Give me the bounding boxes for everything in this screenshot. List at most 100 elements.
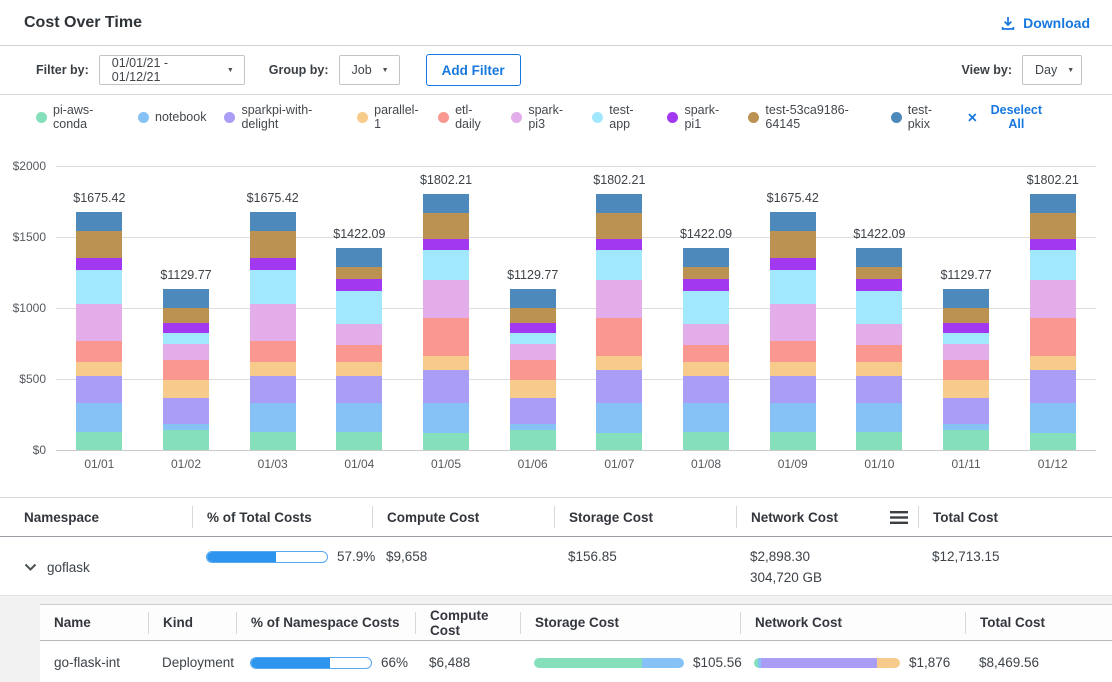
- group-by-value: Job: [352, 63, 372, 77]
- bar-segment-spark-pi3: [1030, 280, 1076, 318]
- legend-dot-icon: [592, 112, 603, 123]
- deselect-all-label: Deselect All: [985, 103, 1048, 131]
- bar-segment-parallel-1: [943, 380, 989, 398]
- stacked-bar-01/05[interactable]: [423, 194, 469, 450]
- gridline: [56, 450, 1096, 451]
- legend-dot-icon: [667, 112, 678, 123]
- stacked-bar-01/04[interactable]: [336, 248, 382, 450]
- bar-segment-sparkpi-with-delight: [76, 376, 122, 404]
- legend-item-notebook[interactable]: notebook: [138, 110, 206, 124]
- bar-segment-test-app: [943, 333, 989, 344]
- bar-total-label: $1129.77: [507, 268, 558, 282]
- stacked-bar-01/11[interactable]: [943, 289, 989, 450]
- bar-segment-test-53ca9186-64145: [423, 213, 469, 240]
- chevron-down-icon: ▼: [1067, 67, 1074, 74]
- legend-item-spark-pi1[interactable]: spark-pi1: [667, 103, 730, 131]
- bar-segment-sparkpi-with-delight: [510, 398, 556, 424]
- legend-item-test-app[interactable]: test-app: [592, 103, 649, 131]
- bar-segment-test-53ca9186-64145: [250, 231, 296, 259]
- network-cost-value: $1,876: [909, 655, 950, 670]
- legend-item-spark-pi3[interactable]: spark-pi3: [511, 103, 574, 131]
- bar-segment-spark-pi3: [856, 324, 902, 345]
- stacked-bar-01/06[interactable]: [510, 289, 556, 450]
- bar-segment-parallel-1: [856, 362, 902, 376]
- bar-segment-spark-pi1: [683, 279, 729, 291]
- view-by-select[interactable]: Day ▼: [1022, 55, 1082, 85]
- bar-segment-pi-aws-conda: [1030, 433, 1076, 450]
- legend-item-pi-aws-conda[interactable]: pi-aws-conda: [36, 103, 120, 131]
- workload-row-go-flask-int: go-flask-int Deployment 66% $6,488 $105.…: [40, 641, 1112, 682]
- bar-segment-spark-pi3: [163, 344, 209, 360]
- network-cost-bar: [754, 658, 900, 668]
- total-cost-value: $12,713.15: [918, 549, 1112, 585]
- page-title: Cost Over Time: [24, 14, 142, 32]
- stacked-bar-01/10[interactable]: [856, 248, 902, 450]
- col-header-namespace: Namespace: [0, 506, 192, 528]
- bar-segment-parallel-1: [510, 380, 556, 398]
- legend-label: test-53ca9186-64145: [765, 103, 872, 131]
- bar-segment-notebook: [770, 403, 816, 432]
- date-range-value: 01/01/21 - 01/12/21: [112, 56, 217, 84]
- bar-segment-test-pkix: [510, 289, 556, 307]
- stacked-bar-01/07[interactable]: [596, 194, 642, 450]
- bar-segment-test-app: [250, 270, 296, 305]
- legend-item-sparkpi-with-delight[interactable]: sparkpi-with-delight: [224, 103, 339, 131]
- date-range-select[interactable]: 01/01/21 - 01/12/21 ▼: [99, 55, 245, 85]
- bar-segment-sparkpi-with-delight: [683, 376, 729, 404]
- close-icon: ✕: [967, 110, 977, 125]
- legend-item-etl-daily[interactable]: etl-daily: [438, 103, 493, 131]
- bar-total-label: $1422.09: [680, 227, 732, 241]
- bar-segment-test-pkix: [943, 289, 989, 307]
- download-icon: [1000, 15, 1016, 31]
- storage-cost-value: $105.56: [693, 655, 742, 670]
- stacked-bar-01/03[interactable]: [250, 212, 296, 450]
- stacked-bar-01/08[interactable]: [683, 248, 729, 450]
- bar-total-label: $1422.09: [853, 227, 905, 241]
- bar-segment-test-pkix: [423, 194, 469, 213]
- bar-segment-test-app: [770, 270, 816, 305]
- nested-header-row: Name Kind % of Namespace Costs Compute C…: [40, 605, 1112, 641]
- col-header-total: Total Cost: [918, 506, 1112, 528]
- storage-cost-bar: [534, 658, 684, 668]
- bar-segment-etl-daily: [163, 360, 209, 380]
- bar-segment-etl-daily: [510, 360, 556, 380]
- y-tick-label: $1500: [0, 230, 46, 244]
- bar-segment-notebook: [76, 403, 122, 432]
- bar-segment-test-pkix: [1030, 194, 1076, 213]
- legend-label: notebook: [155, 110, 206, 124]
- bar-segment-sparkpi-with-delight: [423, 370, 469, 403]
- stacked-bar-01/09[interactable]: [770, 212, 816, 450]
- download-button[interactable]: Download: [1000, 15, 1090, 31]
- legend-item-test-53ca9186-64145[interactable]: test-53ca9186-64145: [748, 103, 872, 131]
- view-by-label: View by:: [962, 63, 1012, 77]
- expand-chevron-icon[interactable]: [24, 563, 37, 572]
- namespace-row-goflask[interactable]: goflask 57.9% $9,658 $156.85 $2,898.30 3…: [0, 537, 1112, 596]
- legend-item-test-pkix[interactable]: test-pkix: [891, 103, 949, 131]
- bar-segment-test-53ca9186-64145: [943, 308, 989, 323]
- bar-total-label: $1802.21: [1027, 173, 1079, 187]
- pct-namespace-label: 66%: [381, 655, 408, 670]
- bar-segment-spark-pi1: [423, 239, 469, 250]
- legend-label: spark-pi1: [684, 103, 730, 131]
- bar-segment-parallel-1: [163, 380, 209, 398]
- chevron-down-icon: ▼: [382, 67, 389, 74]
- stacked-bar-01/01[interactable]: [76, 212, 122, 450]
- bar-segment-pi-aws-conda: [423, 433, 469, 450]
- legend-item-parallel-1[interactable]: parallel-1: [357, 103, 420, 131]
- bar-segment-etl-daily: [1030, 318, 1076, 355]
- stacked-bar-01/02[interactable]: [163, 289, 209, 450]
- group-by-select[interactable]: Job ▼: [339, 55, 400, 85]
- column-settings-icon[interactable]: [890, 511, 908, 524]
- bar-segment-pi-aws-conda: [76, 432, 122, 450]
- legend-dot-icon: [138, 112, 149, 123]
- bar-segment-pi-aws-conda: [683, 432, 729, 450]
- bar-segment-spark-pi1: [856, 279, 902, 291]
- add-filter-button[interactable]: Add Filter: [426, 54, 521, 86]
- x-tick-label: 01/07: [576, 457, 663, 471]
- deselect-all-button[interactable]: ✕ Deselect All: [967, 103, 1048, 131]
- pct-namespace-progress: [250, 657, 372, 669]
- bar-segment-test-pkix: [596, 194, 642, 213]
- bar-segment-parallel-1: [336, 362, 382, 376]
- stacked-bar-01/12[interactable]: [1030, 194, 1076, 450]
- y-tick-label: $500: [0, 372, 46, 386]
